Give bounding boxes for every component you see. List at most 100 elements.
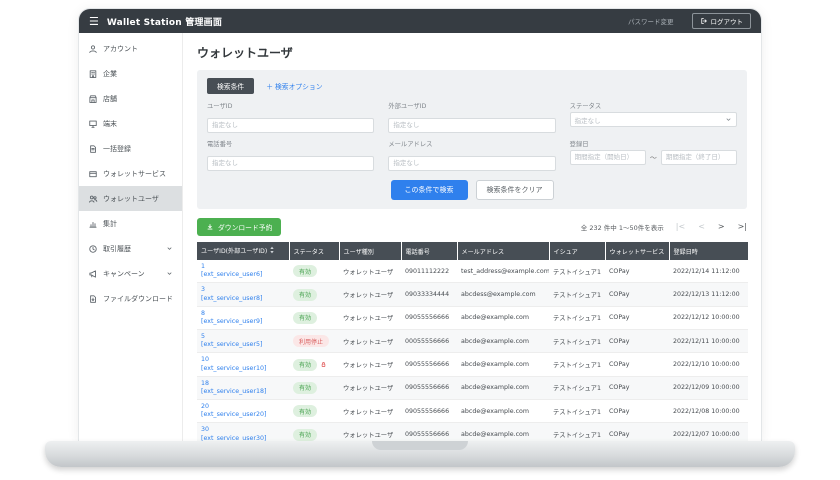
chevron-down-icon [166,270,173,277]
issuer-cell: テストイシュア1 [549,283,605,306]
issuer-cell: テストイシュア1 [549,353,605,376]
email-cell: abcdess@example.com [457,283,549,306]
pagination: |< < > >| [676,223,747,231]
status-badge: 有効 [293,429,317,441]
sidebar-item-wallet-user[interactable]: ウォレットユーザ [79,186,182,211]
user-type-cell: ウォレットユーザ [339,353,401,376]
sidebar-item-label: 集計 [103,219,117,229]
chevron-down-icon [725,116,732,123]
search-options-link[interactable]: ＋ 検索オプション [266,81,322,91]
user-id-link[interactable]: 8 [201,310,285,318]
sidebar-item-label: 企業 [103,69,117,79]
user-id-link[interactable]: 20 [201,403,285,411]
email-cell: abcde@example.com [457,306,549,329]
main-content: ウォレットユーザ 検索条件 ＋ 検索オプション ユーザID [183,33,761,441]
column-header: メールアドレス [457,242,549,260]
date-end-input[interactable] [661,150,737,165]
field-label: ステータス [570,101,737,110]
download-reservation-button[interactable]: ダウンロード予約 [197,218,281,236]
user-type-cell: ウォレットユーザ [339,260,401,283]
user-type-cell: ウォレットユーザ [339,423,401,441]
search-button[interactable]: この条件で検索 [391,180,468,200]
phone-cell: 09055556666 [401,423,457,441]
sidebar-item-company[interactable]: 企業 [79,61,182,86]
sidebar: アカウント 企業 店舗 端末 一括登録 [79,33,183,441]
ext-user-id-link[interactable]: [ext_service_user6] [201,271,285,279]
registered-at-cell: 2022/12/11 10:00:00 [669,330,748,353]
user-id-input[interactable] [207,118,374,133]
column-header: 電話番号 [401,242,457,260]
user-id-link[interactable]: 1 [201,263,285,271]
wallet-service-cell: COPay [605,400,669,423]
field-label: メールアドレス [388,139,555,148]
status-select[interactable]: 指定なし [570,112,737,127]
field-label: ユーザID [207,101,374,110]
sidebar-item-account[interactable]: アカウント [79,36,182,61]
user-id-link[interactable]: 30 [201,426,285,434]
sidebar-item-label: ファイルダウンロード [103,294,173,304]
pager-prev-button[interactable]: < [698,223,705,231]
sidebar-item-label: ウォレットサービス [103,169,166,179]
user-id-link[interactable]: 10 [201,356,285,364]
pager-next-button[interactable]: > [718,223,725,231]
logout-label: ログアウト [711,16,744,26]
user-type-cell: ウォレットユーザ [339,283,401,306]
sort-icon[interactable] [269,249,275,256]
status-badge: 利用停止 [293,335,329,347]
phone-input[interactable] [207,156,374,171]
sidebar-item-aggregation[interactable]: 集計 [79,211,182,236]
date-start-input[interactable] [570,150,646,165]
user-id-link[interactable]: 18 [201,380,285,388]
user-id-link[interactable]: 5 [201,333,285,341]
sidebar-item-file-download[interactable]: ファイルダウンロード [79,286,182,311]
user-id-link[interactable]: 3 [201,286,285,294]
ext-user-id-link[interactable]: [ext_service_user5] [201,341,285,349]
ext-user-id-link[interactable]: [ext_service_user10] [201,365,285,373]
ext-user-id-link[interactable]: [ext_service_user9] [201,318,285,326]
search-conditions-tab[interactable]: 検索条件 [207,78,254,94]
column-header: イシュア [549,242,605,260]
download-button-label: ダウンロード予約 [218,222,272,232]
sidebar-item-label: 取引履歴 [103,244,131,254]
ext-user-id-input[interactable] [388,118,555,133]
phone-cell: 09055556666 [401,400,457,423]
status-badge: 有効 [293,265,317,277]
status-badge: 有効 [293,359,317,371]
issuer-cell: テストイシュア1 [549,306,605,329]
ext-user-id-link[interactable]: [ext_service_user8] [201,295,285,303]
registered-at-cell: 2022/12/07 10:00:00 [669,423,748,441]
logout-icon [700,17,708,25]
menu-icon[interactable]: ☰ [89,16,99,27]
campaign-icon [88,269,98,279]
pager-last-button[interactable]: >| [738,223,747,231]
status-badge: 有効 [293,405,317,417]
logout-button[interactable]: ログアウト [692,13,752,29]
pager-first-button[interactable]: |< [676,223,685,231]
email-cell: abcde@example.com [457,423,549,441]
sidebar-item-store[interactable]: 店舗 [79,86,182,111]
password-change-link[interactable]: パスワード変更 [628,16,674,26]
status-badge: 有効 [293,382,317,394]
sidebar-item-batch-register[interactable]: 一括登録 [79,136,182,161]
email-input[interactable] [388,156,555,171]
sidebar-item-transaction-history[interactable]: 取引履歴 [79,236,182,261]
sidebar-item-wallet-service[interactable]: ウォレットサービス [79,161,182,186]
column-header: ステータス [289,242,339,260]
registered-at-cell: 2022/12/10 10:00:00 [669,353,748,376]
table-row: 1[ext_service_user6] 有効 ウォレットユーザ 0901111… [197,260,748,283]
phone-cell: 09055556666 [401,376,457,399]
field-phone: 電話番号 [207,139,374,171]
field-ext-user-id: 外部ユーザID [388,101,555,133]
registered-at-cell: 2022/12/13 11:12:00 [669,283,748,306]
ext-user-id-link[interactable]: [ext_service_user18] [201,388,285,396]
clear-search-button[interactable]: 検索条件をクリア [476,180,554,200]
chart-icon [88,219,98,229]
wallet-service-cell: COPay [605,423,669,441]
sidebar-item-campaign[interactable]: キャンペーン [79,261,182,286]
table-row: 3[ext_service_user8] 有効 ウォレットユーザ 0903333… [197,283,748,306]
email-cell: abcde@example.com [457,353,549,376]
ext-user-id-link[interactable]: [ext_service_user20] [201,411,285,419]
issuer-cell: テストイシュア1 [549,400,605,423]
sidebar-item-terminal[interactable]: 端末 [79,111,182,136]
field-label: 電話番号 [207,139,374,148]
